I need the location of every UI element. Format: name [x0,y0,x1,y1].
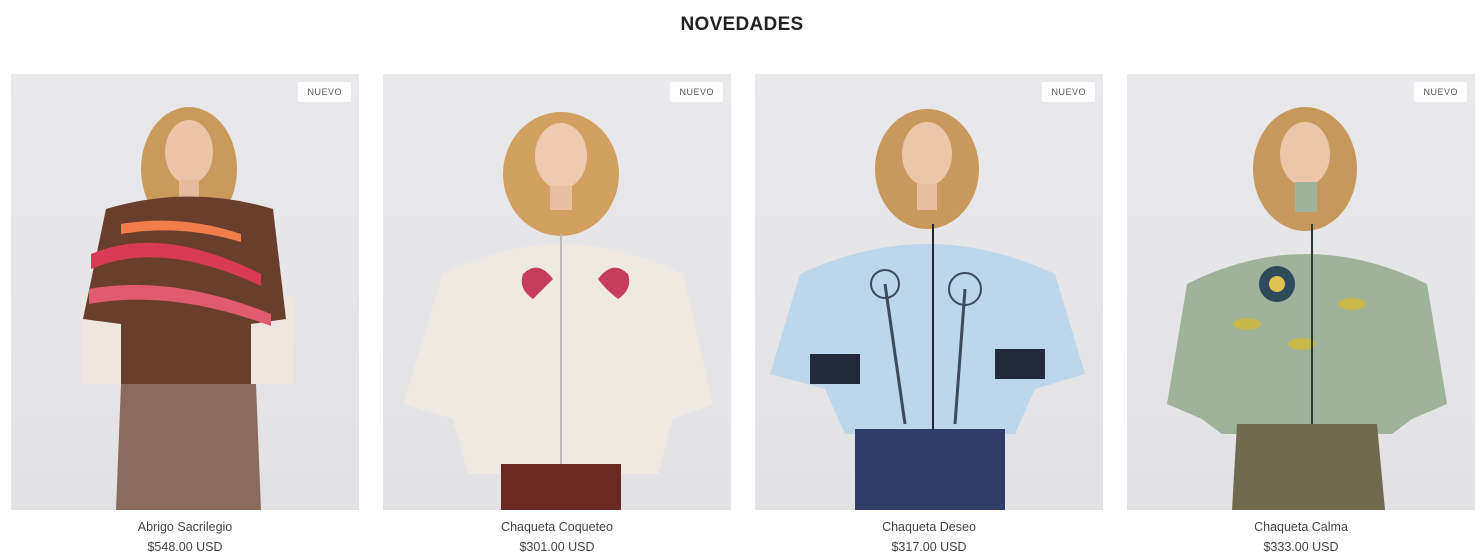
product-image[interactable]: NUEVO [383,74,731,510]
new-badge: NUEVO [1042,82,1095,102]
model-photo-coat-icon [81,107,293,510]
product-image[interactable]: NUEVO [1127,74,1475,510]
product-name[interactable]: Chaqueta Calma [1127,520,1475,534]
model-photo-jacket-icon [403,112,713,510]
product-card[interactable]: NUEVO Chaqueta Calma $333.00 USD [1127,74,1475,554]
product-image[interactable]: NUEVO [755,74,1103,510]
new-badge: NUEVO [670,82,723,102]
product-card[interactable]: NUEVO Abrigo Sacrilegio $548.00 USD [11,74,359,554]
product-grid: NUEVO Abrigo Sacrilegio $548.00 USD NUEV… [11,74,1475,554]
product-price: $548.00 USD [147,540,223,554]
product-price: $317.00 USD [891,540,967,554]
section-title: NOVEDADES [680,14,804,35]
model-photo-jacket-icon [1167,107,1447,510]
product-image[interactable]: NUEVO [11,74,359,510]
product-price: $333.00 USD [1263,540,1339,554]
product-card[interactable]: NUEVO Chaqueta Deseo $317.00 USD [755,74,1103,554]
product-name[interactable]: Chaqueta Deseo [755,520,1103,534]
product-name[interactable]: Abrigo Sacrilegio [11,520,359,534]
new-badge: NUEVO [298,82,351,102]
product-card[interactable]: NUEVO Chaqueta Coqueteo $301.00 USD [383,74,731,554]
product-name[interactable]: Chaqueta Coqueteo [383,520,731,534]
product-price: $301.00 USD [519,540,595,554]
new-badge: NUEVO [1414,82,1467,102]
model-photo-jacket-icon [770,109,1085,510]
